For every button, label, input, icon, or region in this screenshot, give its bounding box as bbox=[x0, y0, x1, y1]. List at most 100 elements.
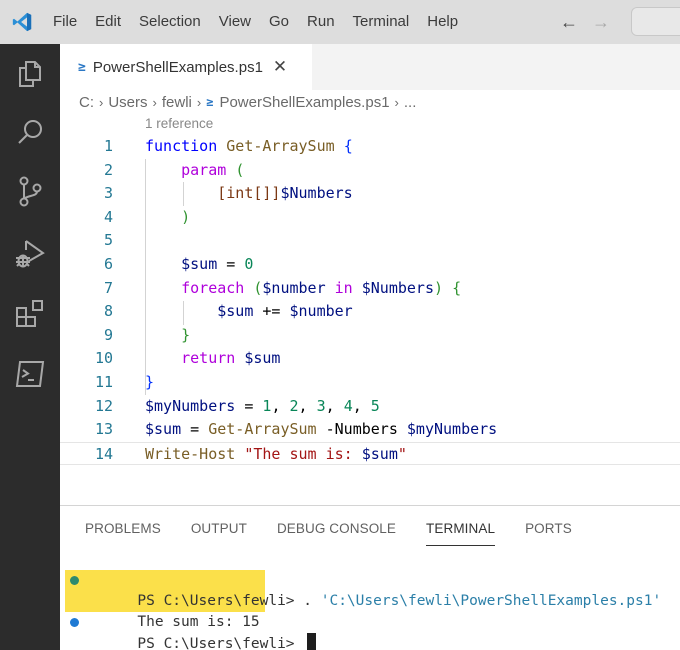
command-dot-icon[interactable] bbox=[70, 618, 79, 627]
code-line[interactable]: 1 function Get-ArraySum { bbox=[60, 135, 680, 159]
code-token: function bbox=[145, 137, 218, 155]
code-line[interactable]: 12 $myNumbers = 1, 2, 3, 4, 5 bbox=[60, 395, 680, 419]
code-token: , bbox=[298, 396, 317, 415]
line-number: 3 bbox=[103, 184, 113, 203]
files-icon[interactable] bbox=[12, 56, 48, 92]
code-text: return $sum bbox=[145, 347, 280, 371]
terminal[interactable]: PS C:\Users\fewli> . 'C:\Users\fewli\Pow… bbox=[60, 570, 680, 650]
code-text: foreach ($number in $Numbers) { bbox=[145, 277, 461, 301]
code-line[interactable]: 5 bbox=[60, 229, 680, 253]
chevron-right-icon: › bbox=[152, 94, 157, 110]
code-text: $sum = 0 bbox=[145, 253, 253, 277]
code-token: , bbox=[325, 396, 344, 415]
code-line[interactable]: 11} bbox=[60, 371, 680, 395]
breadcrumb-drive[interactable]: C: bbox=[79, 94, 94, 111]
code-token: , bbox=[352, 396, 371, 415]
code-line[interactable]: 2 param ( bbox=[60, 159, 680, 183]
code-line[interactable]: 10 return $sum bbox=[60, 347, 680, 371]
arrow-right-icon[interactable]: → bbox=[592, 0, 610, 44]
menu-run[interactable]: Run bbox=[298, 0, 344, 44]
close-icon[interactable]: ✕ bbox=[273, 57, 287, 77]
terminal-icon[interactable] bbox=[12, 356, 48, 392]
menu-view[interactable]: View bbox=[210, 0, 260, 44]
terminal-line: The sum is: 15 bbox=[60, 591, 680, 630]
tab-powershellexamples[interactable]: ≥ PowerShellExamples.ps1 ✕ bbox=[60, 44, 312, 90]
code-line[interactable]: 14 Write-Host "The sum is: $sum" bbox=[60, 441, 680, 467]
code-token: 4 bbox=[343, 396, 353, 415]
code-text: function Get-ArraySum { bbox=[145, 135, 353, 159]
code-token: $sum bbox=[181, 255, 218, 273]
tab-output[interactable]: OUTPUT bbox=[191, 519, 247, 546]
chevron-right-icon: › bbox=[196, 94, 202, 110]
tab-problems[interactable]: PROBLEMS bbox=[85, 519, 161, 546]
panel-tabs: PROBLEMS OUTPUT DEBUG CONSOLE TERMINAL P… bbox=[85, 519, 572, 546]
code-line[interactable]: 3 [int[]]$Numbers bbox=[60, 182, 680, 206]
line-number: 10 bbox=[94, 349, 113, 368]
code-token: $number bbox=[262, 278, 326, 297]
source-control-icon[interactable] bbox=[12, 174, 48, 210]
code-token: = bbox=[235, 396, 263, 415]
code-token: $sum bbox=[217, 302, 254, 321]
command-center-search[interactable] bbox=[631, 7, 680, 36]
code-token: -Numbers bbox=[325, 420, 398, 439]
code-token: $sum bbox=[145, 420, 182, 439]
extensions-icon[interactable] bbox=[12, 296, 48, 332]
code-line[interactable]: 13 $sum = Get-ArraySum -Numbers $myNumber… bbox=[60, 418, 680, 442]
code-token: $myNumbers bbox=[145, 396, 236, 415]
menu-edit[interactable]: Edit bbox=[86, 0, 130, 44]
breadcrumb-users[interactable]: Users bbox=[108, 94, 147, 111]
arrow-left-icon[interactable]: ← bbox=[560, 0, 578, 44]
code-editor[interactable]: 1 reference 1 function Get-ArraySum {2 pa… bbox=[60, 114, 680, 474]
code-token: ) bbox=[181, 207, 191, 226]
breadcrumb-file[interactable]: PowerShellExamples.ps1 bbox=[219, 94, 389, 111]
chevron-right-icon: › bbox=[99, 94, 104, 110]
code-line[interactable]: 6 $sum = 0 bbox=[60, 253, 680, 277]
code-line[interactable]: 4 ) bbox=[60, 206, 680, 230]
code-line[interactable]: 8 $sum += $number bbox=[60, 300, 680, 324]
code-text: param ( bbox=[145, 159, 244, 183]
code-line[interactable]: 7 foreach ($number in $Numbers) { bbox=[60, 277, 680, 301]
line-number: 1 bbox=[103, 137, 113, 155]
menu-selection[interactable]: Selection bbox=[130, 0, 210, 44]
code-text: Write-Host "The sum is: $sum" bbox=[145, 443, 407, 467]
code-token: $myNumbers bbox=[406, 420, 498, 439]
run-debug-icon[interactable] bbox=[12, 236, 48, 272]
code-token: $sum bbox=[361, 444, 398, 463]
code-token: } bbox=[181, 325, 191, 344]
tab-debug-console[interactable]: DEBUG CONSOLE bbox=[277, 519, 396, 546]
breadcrumb-symbols[interactable]: ... bbox=[404, 94, 417, 111]
code-line[interactable]: 9 } bbox=[60, 324, 680, 348]
menu-terminal[interactable]: Terminal bbox=[344, 0, 419, 44]
code-token: $Numbers bbox=[361, 278, 434, 297]
menu-go[interactable]: Go bbox=[260, 0, 298, 44]
code-text: } bbox=[145, 371, 154, 395]
chevron-right-icon: › bbox=[394, 94, 399, 110]
search-icon[interactable] bbox=[12, 114, 48, 150]
code-token: = bbox=[217, 255, 245, 273]
line-number: 8 bbox=[103, 302, 113, 321]
code-token: 2 bbox=[289, 396, 299, 415]
powershell-file-icon: ≥ bbox=[78, 59, 86, 75]
breadcrumb-fewli[interactable]: fewli bbox=[162, 94, 192, 111]
tab-ports[interactable]: PORTS bbox=[525, 519, 572, 546]
code-token: Get-ArraySum bbox=[208, 420, 317, 439]
codelens-references[interactable]: 1 reference bbox=[145, 116, 213, 131]
menu-help[interactable]: Help bbox=[418, 0, 467, 44]
code-token: 5 bbox=[370, 396, 380, 415]
menu-file[interactable]: File bbox=[44, 0, 86, 44]
editor-tabs: ≥ PowerShellExamples.ps1 ✕ bbox=[60, 44, 680, 90]
line-number: 14 bbox=[94, 444, 113, 463]
code-token: } bbox=[145, 373, 155, 391]
code-token: Write-Host bbox=[145, 444, 236, 463]
tab-terminal[interactable]: TERMINAL bbox=[426, 519, 496, 546]
command-success-dot-icon[interactable] bbox=[70, 576, 79, 585]
